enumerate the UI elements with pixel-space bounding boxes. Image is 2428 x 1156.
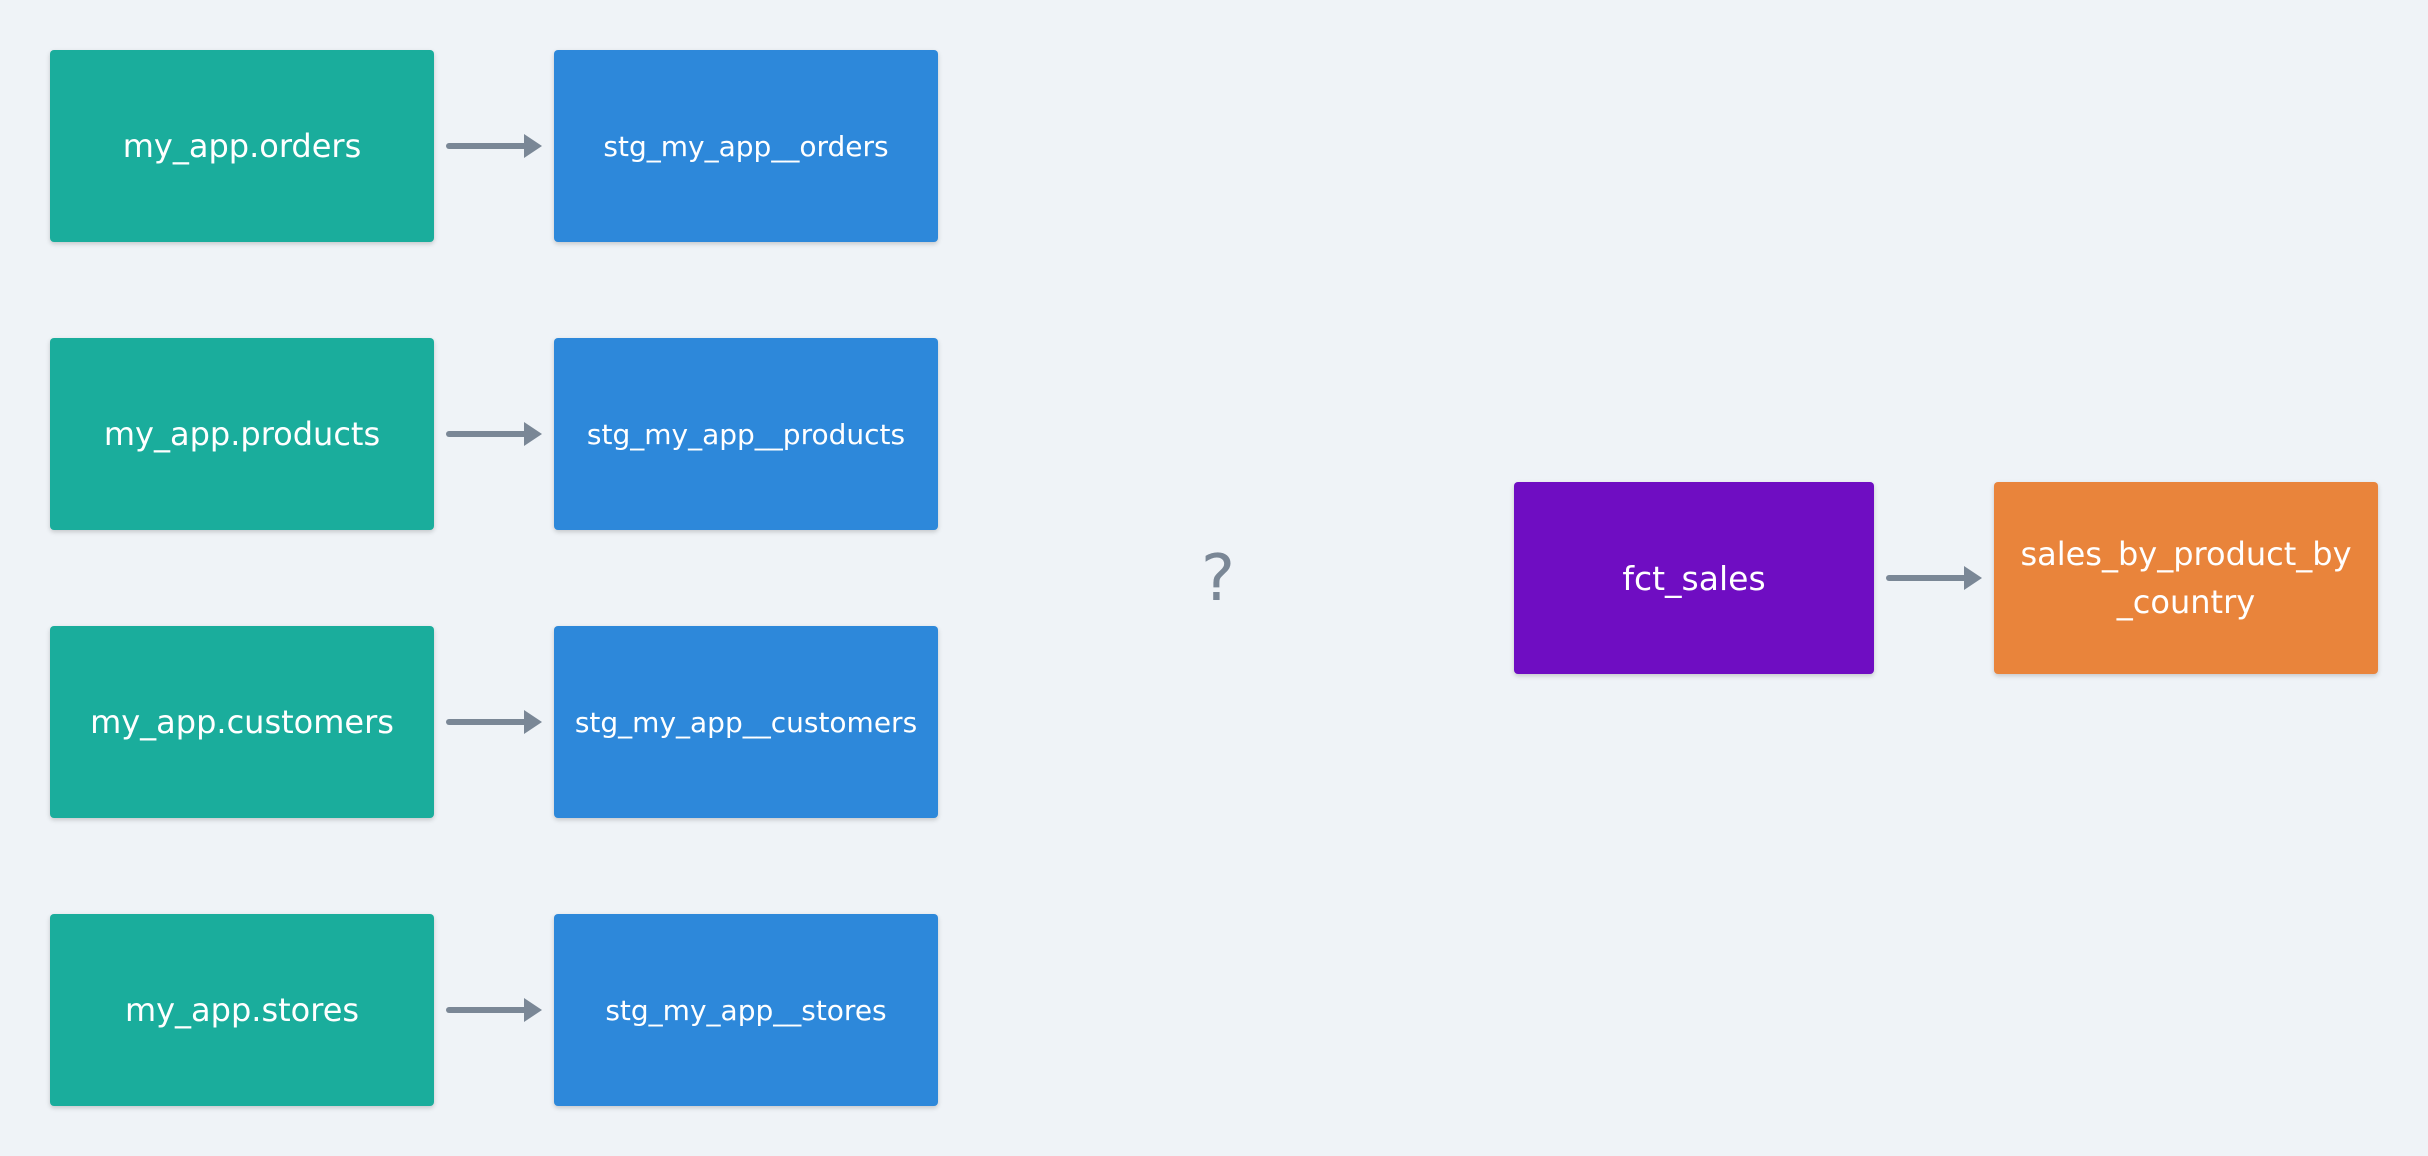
source-node-label: my_app.customers bbox=[90, 703, 394, 741]
source-node-stores: my_app.stores bbox=[50, 914, 434, 1106]
staging-node-products: stg_my_app__products bbox=[554, 338, 938, 530]
source-node-label: my_app.stores bbox=[124, 991, 360, 1029]
staging-node-label: stg_my_app__products bbox=[586, 417, 906, 451]
source-node-customers: my_app.customers bbox=[50, 626, 434, 818]
source-node-products: my_app.products bbox=[50, 338, 434, 530]
staging-node-orders: stg_my_app__orders bbox=[554, 50, 938, 242]
arrow-orders bbox=[446, 134, 542, 158]
source-node-label: my_app.products bbox=[103, 415, 381, 453]
arrow-customers bbox=[446, 710, 542, 734]
aggregate-node-label-line2: _country bbox=[2116, 583, 2256, 621]
staging-node-label: stg_my_app__stores bbox=[605, 993, 887, 1027]
source-node-orders: my_app.orders bbox=[50, 50, 434, 242]
aggregate-node-sales-by-product-by-country: sales_by_product_by _country bbox=[1994, 482, 2378, 674]
staging-node-stores: stg_my_app__stores bbox=[554, 914, 938, 1106]
staging-node-label: stg_my_app__customers bbox=[574, 705, 918, 739]
arrow-stores bbox=[446, 998, 542, 1022]
aggregate-node-label-line1: sales_by_product_by bbox=[2020, 535, 2352, 573]
arrow-fact-to-aggregate bbox=[1886, 566, 1982, 590]
arrow-products bbox=[446, 422, 542, 446]
fact-node-label: fct_sales bbox=[1622, 558, 1766, 598]
staging-node-customers: stg_my_app__customers bbox=[554, 626, 938, 818]
question-mark: ? bbox=[1201, 542, 1235, 616]
source-node-label: my_app.orders bbox=[122, 127, 362, 165]
fact-node-fct-sales: fct_sales bbox=[1514, 482, 1874, 674]
staging-node-label: stg_my_app__orders bbox=[603, 129, 889, 163]
